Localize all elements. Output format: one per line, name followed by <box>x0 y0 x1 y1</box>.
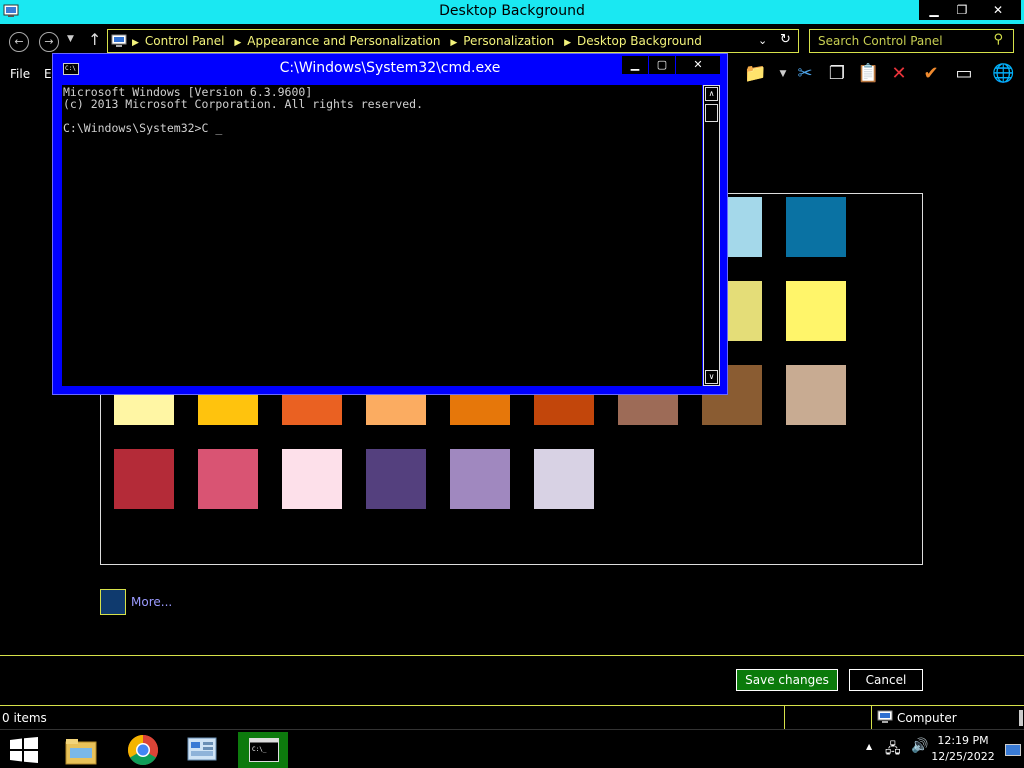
color-swatch[interactable] <box>786 281 846 341</box>
address-dropdown-chevron-icon[interactable]: ⌄ <box>758 34 767 47</box>
status-bar: 0 items Computer <box>0 705 1024 730</box>
color-swatch[interactable] <box>282 449 342 509</box>
breadcrumb-separator-icon: ▶ <box>450 38 458 48</box>
window-titlebar[interactable]: Desktop Background ▁ ❐ ✕ <box>0 0 1024 24</box>
menu-edit[interactable]: E <box>44 67 52 81</box>
menu-file[interactable]: File <box>10 67 30 81</box>
svg-text:C:\_: C:\_ <box>252 746 267 753</box>
status-separator <box>871 706 872 730</box>
breadcrumb-separator-icon: ▶ <box>132 38 139 48</box>
back-arrow-icon[interactable]: ← <box>9 32 29 52</box>
file-explorer-icon <box>65 739 97 765</box>
save-changes-button[interactable]: Save changes <box>736 669 838 691</box>
cmd-maximize-button[interactable]: ▢ <box>649 56 675 74</box>
restore-button[interactable]: ❐ <box>949 0 975 20</box>
breadcrumb-separator-icon: ▶ <box>564 38 571 48</box>
cmd-scrollbar[interactable]: ∧ ∨ <box>703 85 720 386</box>
taskbar-server-manager[interactable] <box>178 732 228 768</box>
scroll-thumb[interactable] <box>705 104 718 122</box>
clock-date[interactable]: 12/25/2022 <box>928 750 998 763</box>
more-colors-link[interactable]: More... <box>131 595 172 609</box>
taskbar-cmd[interactable]: C:\_ <box>238 732 288 768</box>
cmd-output: Microsoft Windows [Version 6.3.9600] (c)… <box>63 85 424 135</box>
globe-icon[interactable]: 🌐 <box>992 63 1014 85</box>
resize-grip[interactable] <box>1019 710 1023 726</box>
color-swatch[interactable] <box>114 449 174 509</box>
paste-icon[interactable]: 📋 <box>857 63 879 85</box>
taskbar: C:\_ ▲ 🖧 🔊 12:19 PM 12/25/2022 <box>0 729 1024 768</box>
breadcrumb: ▶ Control Panel ▶ Appearance and Personali… <box>132 34 708 48</box>
taskbar-file-explorer[interactable] <box>56 732 106 768</box>
recent-locations-chevron-icon[interactable]: ▼ <box>67 34 74 44</box>
cmd-icon: C:\_ <box>249 738 279 762</box>
breadcrumb-separator-icon: ▶ <box>234 38 242 48</box>
delete-icon[interactable]: ✕ <box>888 63 910 85</box>
cmd-minimize-button[interactable]: ▁ <box>622 56 648 74</box>
cancel-button[interactable]: Cancel <box>849 669 923 691</box>
search-box[interactable]: Search Control Panel ⚲ <box>809 29 1014 53</box>
color-swatch[interactable] <box>366 449 426 509</box>
cmd-console[interactable]: Microsoft Windows [Version 6.3.9600] (c)… <box>62 85 702 386</box>
computer-icon <box>111 34 127 47</box>
network-icon[interactable]: 🖧 <box>885 738 901 762</box>
folder-options-icon[interactable]: 📁 <box>744 63 766 85</box>
window-title: Desktop Background <box>439 3 585 19</box>
cmd-close-button[interactable]: ✕ <box>676 56 720 74</box>
up-arrow-icon[interactable]: ↑ <box>88 30 101 49</box>
action-center-icon[interactable] <box>1005 744 1021 756</box>
properties-icon[interactable]: ▭ <box>953 63 975 85</box>
color-swatch[interactable] <box>534 449 594 509</box>
scroll-up-arrow-icon[interactable]: ∧ <box>705 87 718 101</box>
checkmark-icon[interactable]: ✔ <box>920 63 942 85</box>
volume-icon[interactable]: 🔊 <box>911 738 928 754</box>
cut-icon[interactable]: ✂ <box>794 63 816 85</box>
cmd-window[interactable]: C:\ C:\Windows\System32\cmd.exe ▁ ▢ ✕ Mi… <box>52 53 728 395</box>
status-location: Computer <box>897 711 957 725</box>
search-icon[interactable]: ⚲ <box>993 32 1003 47</box>
taskbar-chrome[interactable] <box>118 732 168 768</box>
close-button[interactable]: ✕ <box>975 0 1021 20</box>
computer-icon <box>877 710 893 723</box>
minimize-button[interactable]: ▁ <box>919 0 949 20</box>
item-count: 0 items <box>2 711 47 725</box>
forward-arrow-icon[interactable]: → <box>39 32 59 52</box>
chrome-icon <box>127 735 159 766</box>
breadcrumb-desktop-background[interactable]: Desktop Background <box>577 34 702 48</box>
color-swatch[interactable] <box>786 197 846 257</box>
copy-icon[interactable]: ❐ <box>826 63 848 85</box>
scroll-down-arrow-icon[interactable]: ∨ <box>705 370 718 384</box>
windows-start-icon[interactable] <box>10 737 38 763</box>
refresh-icon[interactable]: ↻ <box>780 32 791 47</box>
color-swatch[interactable] <box>198 449 258 509</box>
breadcrumb-appearance[interactable]: Appearance and Personalization <box>247 34 440 48</box>
color-swatch[interactable] <box>450 449 510 509</box>
search-input[interactable]: Search Control Panel <box>818 34 943 48</box>
navigation-bar: ← → ▼ ↑ ▶ Control Panel ▶ Appearance and P… <box>0 26 1024 56</box>
footer-divider <box>0 655 1024 656</box>
server-manager-icon <box>187 737 217 761</box>
address-bar[interactable]: ▶ Control Panel ▶ Appearance and Personali… <box>107 29 799 53</box>
breadcrumb-control-panel[interactable]: Control Panel <box>145 34 225 48</box>
color-swatch[interactable] <box>786 365 846 425</box>
status-separator <box>784 706 785 730</box>
breadcrumb-personalization[interactable]: Personalization <box>463 34 554 48</box>
show-hidden-icons-icon[interactable]: ▲ <box>866 742 872 751</box>
clock-time[interactable]: 12:19 PM <box>928 734 998 747</box>
folder-options-chevron-icon[interactable]: ▼ <box>772 63 794 85</box>
more-colors-swatch[interactable] <box>100 589 126 615</box>
